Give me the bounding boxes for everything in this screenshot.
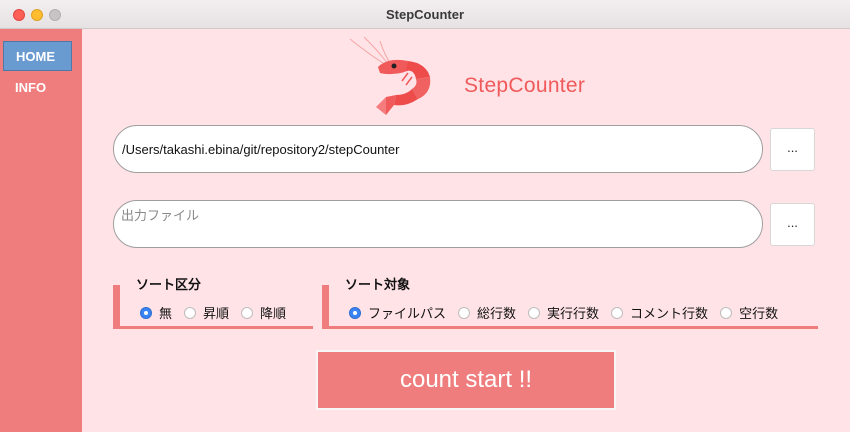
output-file-field[interactable]: 出力ファイル (113, 200, 763, 248)
radio-label: 降順 (260, 306, 287, 321)
sidebar: HOME INFO (0, 29, 82, 432)
app-window: StepCounter HOME INFO StepCounter /Users… (0, 0, 850, 432)
radio-label: 実行行数 (547, 306, 600, 321)
radio-label: 空行数 (739, 306, 779, 321)
input-path-value: /Users/takashi.ebina/git/repository2/ste… (122, 142, 400, 157)
browse-output-button[interactable]: ... (770, 203, 815, 246)
radio-dot (528, 306, 541, 319)
output-file-placeholder: 出力ファイル (121, 208, 200, 223)
title-bar: StepCounter (0, 0, 850, 29)
count-start-button[interactable]: count start !! (316, 350, 616, 410)
radio-sort-descending[interactable]: 降順 (241, 303, 286, 322)
radio-dot (349, 306, 361, 319)
radio-dot (611, 306, 624, 319)
radio-target-exec-lines[interactable]: 実行行数 (528, 303, 599, 322)
radio-label: 総行数 (477, 306, 517, 321)
shrimp-icon (350, 37, 431, 115)
radio-sort-ascending[interactable]: 昇順 (184, 303, 229, 322)
input-path-field[interactable]: /Users/takashi.ebina/git/repository2/ste… (113, 125, 763, 173)
radio-label: 昇順 (203, 306, 230, 321)
radio-dot (184, 306, 197, 319)
radio-label: コメント行数 (630, 306, 709, 321)
radio-dot (720, 306, 733, 319)
sort-division-title: ソート区分 (134, 274, 204, 293)
radio-dot (140, 306, 152, 319)
sort-division-group: ソート区分 無 昇順 降順 (113, 274, 313, 329)
radio-dot (241, 306, 254, 319)
logo-text: StepCounter (464, 74, 586, 97)
sort-target-title: ソート対象 (343, 274, 413, 293)
browse-input-button[interactable]: ... (770, 128, 815, 171)
radio-sort-none[interactable]: 無 (140, 303, 172, 322)
sidebar-item-home[interactable]: HOME (3, 41, 72, 71)
radio-target-blank-lines[interactable]: 空行数 (720, 303, 778, 322)
window-title: StepCounter (386, 7, 464, 22)
sidebar-item-info[interactable]: INFO (3, 73, 72, 103)
radio-label: 無 (159, 306, 173, 321)
radio-label: ファイルパス (368, 306, 447, 321)
radio-target-file-path[interactable]: ファイルパス (349, 303, 446, 322)
radio-dot (458, 306, 471, 319)
radio-target-total-lines[interactable]: 総行数 (458, 303, 516, 322)
main-panel: StepCounter /Users/takashi.ebina/git/rep… (82, 29, 850, 432)
sort-target-group: ソート対象 ファイルパス 総行数 実行行数 コメント行数 空行数 (322, 274, 818, 329)
radio-target-comment-lines[interactable]: コメント行数 (611, 303, 708, 322)
